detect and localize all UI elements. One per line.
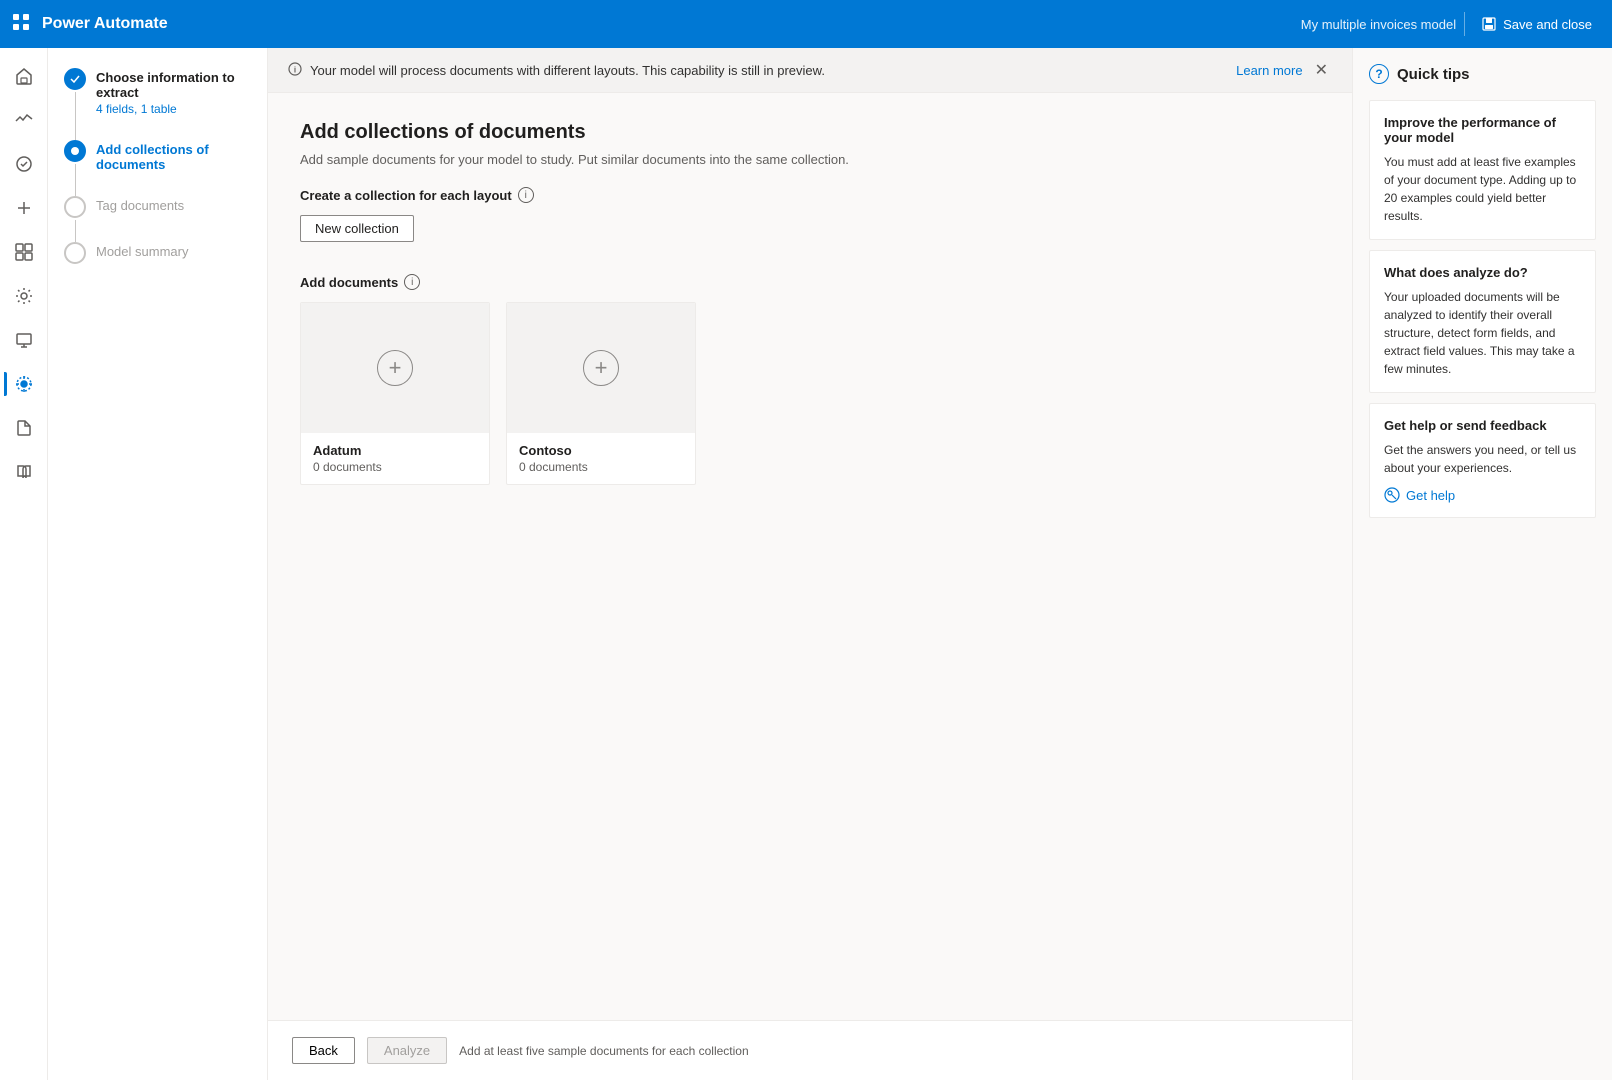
content-area: i Your model will process documents with… (268, 48, 1352, 1080)
add-docs-title: Add documents (300, 275, 398, 290)
main-layout: Choose information to extract 4 fields, … (0, 48, 1612, 1080)
banner-info-icon: i (288, 62, 302, 79)
step-info-4: Model summary (96, 242, 188, 259)
step-label-1: Choose information to extract (96, 68, 251, 100)
quick-tips-header: ? Quick tips (1369, 64, 1596, 84)
sidebar-icon-add[interactable] (4, 188, 44, 228)
quick-tips-title: Quick tips (1397, 66, 1470, 83)
add-docs-header: Add documents i (300, 274, 1320, 290)
sidebar-icon-document[interactable] (4, 408, 44, 448)
checkmark-icon (69, 73, 81, 85)
create-section-title: Create a collection for each layout (300, 188, 512, 203)
save-close-button[interactable]: Save and close (1473, 12, 1600, 36)
step-circle-4 (64, 242, 86, 264)
tip-card-help: Get help or send feedback Get the answer… (1369, 403, 1596, 518)
create-section-header: Create a collection for each layout i (300, 187, 1320, 203)
svg-text:i: i (294, 65, 296, 74)
tip-text-analyze: Your uploaded documents will be analyzed… (1384, 288, 1581, 378)
card-info-adatum: Adatum 0 documents (301, 433, 489, 484)
sidebar-icon-book[interactable] (4, 452, 44, 492)
step-label-3: Tag documents (96, 196, 184, 213)
tip-card-improve: Improve the performance of your model Yo… (1369, 100, 1596, 240)
icon-sidebar (0, 48, 48, 1080)
quick-tips-sidebar: ? Quick tips Improve the performance of … (1352, 48, 1612, 1080)
card-count-contoso: 0 documents (519, 460, 683, 474)
tip-title-improve: Improve the performance of your model (1384, 115, 1581, 145)
footer-hint: Add at least five sample documents for e… (459, 1044, 749, 1058)
save-icon (1481, 16, 1497, 32)
get-help-label: Get help (1406, 488, 1455, 503)
step-tag-documents[interactable]: Tag documents (64, 196, 251, 218)
topbar-right: My multiple invoices model Save and clos… (1301, 0, 1612, 48)
save-close-label: Save and close (1503, 17, 1592, 32)
plus-icon-adatum: + (377, 350, 413, 386)
step-sublabel-1: 4 fields, 1 table (96, 102, 251, 116)
create-section-info-icon[interactable]: i (518, 187, 534, 203)
step-circle-2 (64, 140, 86, 162)
sidebar-icon-monitor[interactable] (4, 320, 44, 360)
card-count-adatum: 0 documents (313, 460, 477, 474)
steps-sidebar: Choose information to extract 4 fields, … (48, 48, 268, 1080)
banner-close-icon[interactable]: ✕ (1311, 58, 1332, 82)
sidebar-icon-tools[interactable] (4, 276, 44, 316)
page-title: Add collections of documents (300, 121, 1320, 144)
tip-title-analyze: What does analyze do? (1384, 265, 1581, 280)
active-dot (71, 147, 79, 155)
sidebar-icon-process[interactable] (4, 144, 44, 184)
sidebar-icon-apps[interactable] (4, 232, 44, 272)
tip-card-analyze: What does analyze do? Your uploaded docu… (1369, 250, 1596, 393)
step-circle-3 (64, 196, 86, 218)
tip-title-help: Get help or send feedback (1384, 418, 1581, 433)
card-upload-area-adatum[interactable]: + (301, 303, 489, 433)
info-banner: i Your model will process documents with… (268, 48, 1352, 93)
step-model-summary[interactable]: Model summary (64, 242, 251, 264)
learn-more-link[interactable]: Learn more (1236, 63, 1302, 78)
step-info-2: Add collections of documents (96, 140, 251, 172)
add-docs-section: Add documents i + Adatum 0 documents (300, 274, 1320, 485)
step-label-2: Add collections of documents (96, 140, 251, 172)
grid-icon[interactable] (12, 13, 30, 36)
step-info-3: Tag documents (96, 196, 184, 213)
add-docs-info-icon[interactable]: i (404, 274, 420, 290)
banner-text: Your model will process documents with d… (310, 63, 1228, 78)
step-label-4: Model summary (96, 242, 188, 259)
sidebar-icon-home[interactable] (4, 56, 44, 96)
analyze-button: Analyze (367, 1037, 447, 1064)
model-name: My multiple invoices model (1301, 17, 1456, 32)
plus-icon-contoso: + (583, 350, 619, 386)
card-name-contoso: Contoso (519, 443, 683, 458)
tip-text-improve: You must add at least five examples of y… (1384, 153, 1581, 225)
page-subtitle: Add sample documents for your model to s… (300, 152, 1320, 167)
get-help-icon (1384, 487, 1400, 503)
topbar-divider (1464, 12, 1465, 36)
info-circle-icon: i (288, 62, 302, 76)
footer-bar: Back Analyze Add at least five sample do… (268, 1020, 1352, 1080)
new-collection-button[interactable]: New collection (300, 215, 414, 242)
step-add-collections[interactable]: Add collections of documents (64, 140, 251, 172)
tip-text-help: Get the answers you need, or tell us abo… (1384, 441, 1581, 477)
step-info-1: Choose information to extract 4 fields, … (96, 68, 251, 116)
card-upload-area-contoso[interactable]: + (507, 303, 695, 433)
question-icon: ? (1369, 64, 1389, 84)
step-choose-info[interactable]: Choose information to extract 4 fields, … (64, 68, 251, 116)
sidebar-icon-ai[interactable] (4, 364, 44, 404)
cards-row: + Adatum 0 documents + Contoso (300, 302, 1320, 485)
page-content: Add collections of documents Add sample … (268, 93, 1352, 1020)
app-title: Power Automate (42, 15, 168, 33)
step-circle-1 (64, 68, 86, 90)
topbar: Power Automate My multiple invoices mode… (0, 0, 1612, 48)
sidebar-icon-activity[interactable] (4, 100, 44, 140)
card-info-contoso: Contoso 0 documents (507, 433, 695, 484)
back-button[interactable]: Back (292, 1037, 355, 1064)
collection-card-contoso[interactable]: + Contoso 0 documents (506, 302, 696, 485)
get-help-link[interactable]: Get help (1384, 487, 1581, 503)
card-name-adatum: Adatum (313, 443, 477, 458)
collection-card-adatum[interactable]: + Adatum 0 documents (300, 302, 490, 485)
